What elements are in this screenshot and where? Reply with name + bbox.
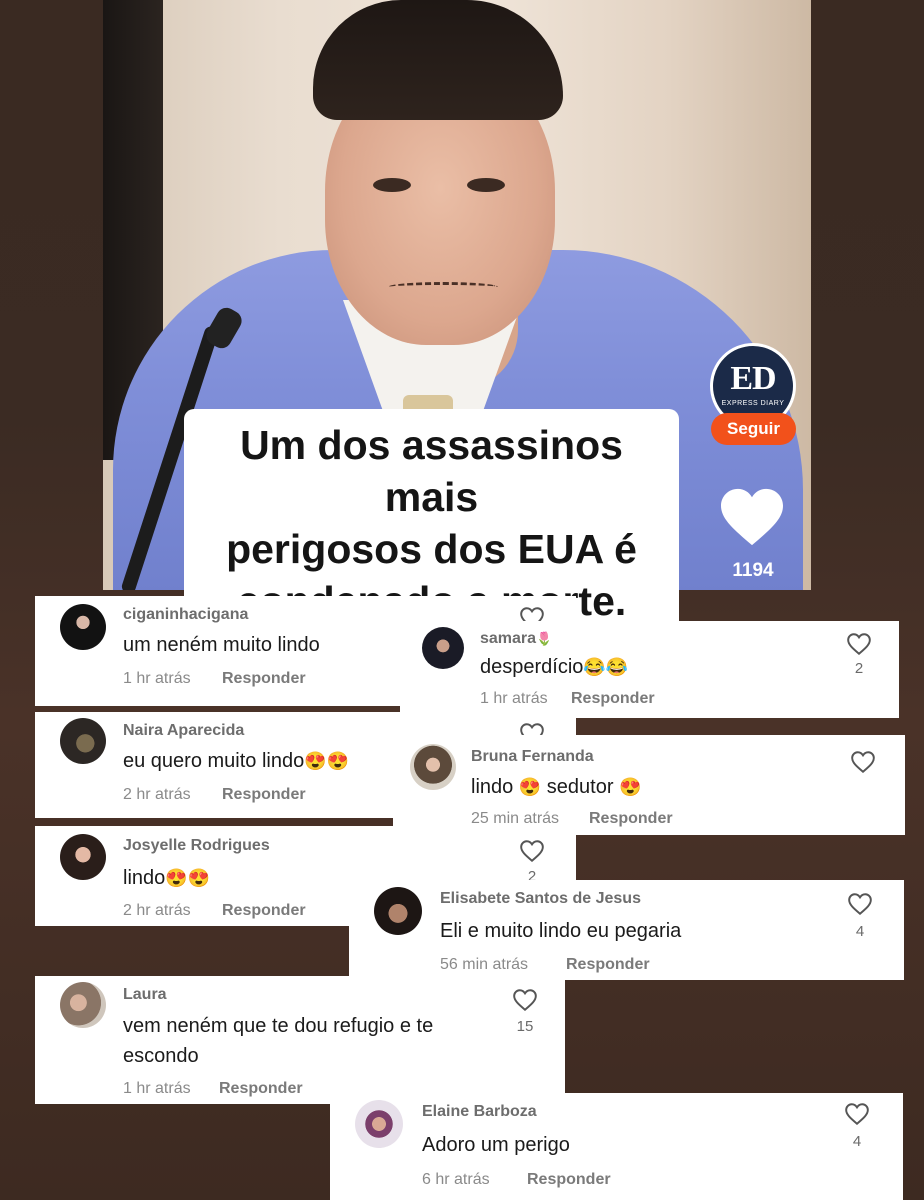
heart-outline-icon[interactable] [844,1102,870,1126]
left-eye [373,178,411,192]
avatar[interactable] [60,982,106,1028]
reply-button[interactable]: Responder [571,690,655,708]
comment-text-line: vem neném que te dou refugio e te [123,1015,434,1037]
comment-time: 1 hr atrás [123,1080,191,1097]
comment-time: 2 hr atrás [123,786,191,803]
comment-text: lindo 😍 sedutor 😍 [471,772,641,802]
reply-button[interactable]: Responder [589,810,673,828]
comment-card: Laura vem neném que te dou refugio e te … [35,976,565,1104]
like-count: 1194 [732,560,774,581]
avatar[interactable] [410,744,456,790]
avatar[interactable] [60,604,106,650]
comment-text-body: desperdício [480,656,584,678]
comment-text-body: lindo [471,776,519,798]
comment-username[interactable]: ciganinhacigana [123,606,248,624]
avatar[interactable] [374,887,422,935]
username-text: samara [480,630,537,647]
comment-text: Eli e muito lindo eu pegaria [440,920,682,942]
comment-text: desperdício😂😂 [480,652,628,682]
comment-time: 56 min atrás [440,956,529,973]
heart-filled-icon[interactable] [718,486,786,548]
comment-emoji: 😍 [518,777,542,797]
like-count: 4 [855,923,865,940]
comment-text-body: sedutor [541,776,620,798]
hair [313,0,563,120]
heart-outline-icon[interactable] [850,750,876,774]
comment-card: Bruna Fernanda lindo 😍 sedutor 😍 25 min … [393,735,905,835]
caption-line: perigosos dos EUA é [226,526,637,572]
comment-username[interactable]: samara🌷 [480,630,552,648]
follow-button[interactable]: Seguir [711,413,796,445]
comment-text: um neném muito lindo [123,634,320,656]
comment-card: Elaine Barboza Adoro um perigo 6 hr atrá… [330,1093,903,1200]
comment-time: 1 hr atrás [480,690,548,707]
avatar[interactable] [355,1100,403,1148]
reply-button[interactable]: Responder [222,786,306,804]
comment-emoji: 😍😍 [304,751,350,771]
comment-username[interactable]: Elaine Barboza [422,1103,537,1121]
username-emoji: 🌷 [536,631,553,646]
comment-text-body: eu quero muito lindo [123,750,305,772]
brand-logo-subtitle: EXPRESS DIARY [721,400,785,407]
comment-time: 1 hr atrás [123,670,191,687]
mouth [388,282,498,292]
heart-outline-icon[interactable] [519,839,545,863]
comment-emoji: 😍😍 [165,868,211,888]
brand-logo-initials: ED [730,360,776,397]
comment-username[interactable]: Josyelle Rodrigues [123,837,270,855]
comment-username[interactable]: Elisabete Santos de Jesus [440,890,641,908]
reply-button[interactable]: Responder [527,1171,611,1189]
comment-emoji: 😍 [619,777,642,797]
comment-text: Adoro um perigo [422,1134,570,1156]
comment-text-body: lindo [123,867,166,889]
comment-time: 25 min atrás [471,810,560,827]
comment-card: samara🌷 desperdício😂😂 1 hr atrás Respond… [400,621,899,718]
comment-time: 6 hr atrás [422,1171,490,1188]
right-eye [467,178,505,192]
reply-button[interactable]: Responder [222,670,306,688]
comment-username[interactable]: Naira Aparecida [123,722,244,740]
comment-time: 2 hr atrás [123,902,191,919]
reply-button[interactable]: Responder [219,1080,303,1098]
caption-line: Um dos assassinos mais [240,422,623,520]
heart-outline-icon[interactable] [847,892,873,916]
avatar[interactable] [422,627,464,669]
heart-outline-icon[interactable] [512,988,538,1012]
comment-emoji: 😂😂 [583,657,629,677]
like-count: 2 [854,660,864,677]
comment-username[interactable]: Laura [123,986,167,1004]
like-count: 15 [516,1018,534,1035]
comment-username[interactable]: Bruna Fernanda [471,748,594,766]
comment-text: lindo😍😍 [123,863,210,893]
comment-text: eu quero muito lindo😍😍 [123,746,349,776]
reply-button[interactable]: Responder [566,956,650,974]
reply-button[interactable]: Responder [222,902,306,920]
heart-outline-icon[interactable] [846,632,872,656]
avatar[interactable] [60,718,106,764]
comment-text-line: escondo [123,1045,199,1067]
like-count: 4 [852,1133,862,1150]
comment-card: Elisabete Santos de Jesus Eli e muito li… [349,880,904,980]
avatar[interactable] [60,834,106,880]
